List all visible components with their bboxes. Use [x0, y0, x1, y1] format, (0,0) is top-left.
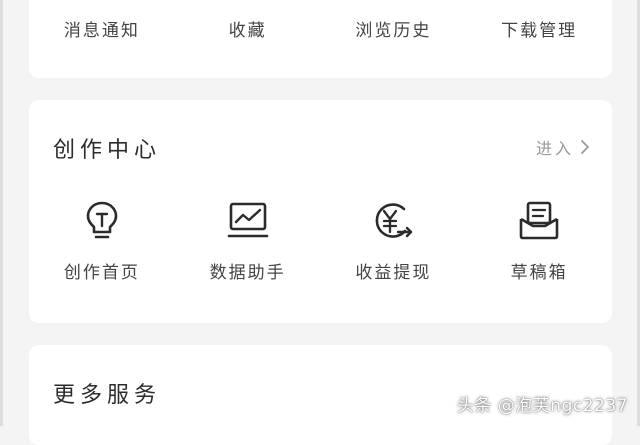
line-chart-icon [227, 200, 269, 242]
watermark: 头条 @泡芙ngc2237 [456, 396, 628, 416]
history-button[interactable]: 浏览历史 [321, 16, 467, 41]
favorites-label: 收藏 [228, 21, 267, 41]
chevron-right-icon [580, 139, 590, 155]
downloads-label: 下载管理 [501, 21, 578, 41]
data-assistant-label: 数据助手 [209, 263, 286, 283]
earnings-withdraw-label: 收益提现 [355, 263, 432, 283]
creation-home-button[interactable]: 创作首页 [29, 200, 175, 283]
creation-center-title: 创作中心 [53, 138, 162, 163]
notifications-label: 消息通知 [63, 21, 140, 41]
history-label: 浏览历史 [355, 21, 432, 41]
draft-box-label: 草稿箱 [510, 263, 568, 283]
data-assistant-button[interactable]: 数据助手 [175, 200, 321, 283]
earnings-withdraw-button[interactable]: 收益提现 [321, 200, 467, 283]
more-services-title: 更多服务 [53, 383, 162, 408]
draft-box-button[interactable]: 草稿箱 [466, 200, 612, 283]
left-edge [0, 0, 3, 426]
lightbulb-icon [83, 200, 121, 242]
enter-label: 进入 [535, 139, 574, 158]
downloads-button[interactable]: 下载管理 [466, 16, 612, 41]
creation-tools-grid: 创作首页 数据助手 收益提现 草稿箱 [29, 200, 612, 283]
quick-actions-card: 消息通知 收藏 浏览历史 下载管理 [29, 0, 612, 78]
favorites-button[interactable]: 收藏 [175, 16, 321, 41]
yuan-withdraw-icon [371, 200, 415, 242]
notifications-button[interactable]: 消息通知 [29, 16, 175, 41]
quick-actions-grid: 消息通知 收藏 浏览历史 下载管理 [29, 16, 612, 41]
creation-center-card: 创作中心 进入 创作首页 数据助手 收益提现 草稿箱 [29, 100, 612, 323]
draft-box-icon [518, 200, 560, 242]
creation-home-label: 创作首页 [63, 263, 140, 283]
creation-center-enter-link[interactable]: 进入 [536, 135, 590, 159]
